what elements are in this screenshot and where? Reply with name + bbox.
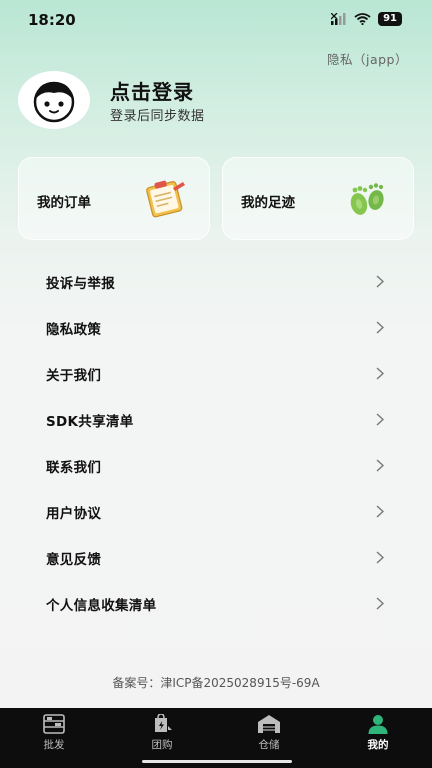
menu-item-label: 联系我们 [46, 460, 102, 476]
menu-item-about-us[interactable]: 关于我们 [0, 351, 432, 397]
tab-wholesale[interactable]: 批发 [24, 714, 84, 752]
chevron-right-icon [376, 275, 384, 288]
chevron-right-icon [376, 413, 384, 426]
menu-item-privacy-policy[interactable]: 隐私政策 [0, 305, 432, 351]
menu-item-label: 个人信息收集清单 [46, 598, 157, 614]
card-label: 我的订单 [37, 195, 91, 211]
login-subtitle: 登录后同步数据 [110, 109, 205, 124]
menu-item-label: 关于我们 [46, 368, 102, 384]
menu-item-sdk-list[interactable]: SDK共享清单 [0, 397, 432, 443]
footprints-icon [350, 183, 384, 215]
warehouse-shelf-icon [43, 714, 65, 734]
status-bar: 18:20 91 [0, 0, 432, 40]
user-icon [368, 715, 388, 734]
menu-item-personal-info-list[interactable]: 个人信息收集清单 [0, 581, 432, 627]
battery-badge: 91 [378, 12, 402, 26]
menu-item-complaint[interactable]: 投诉与举报 [0, 259, 432, 305]
menu-item-user-agreement[interactable]: 用户协议 [0, 489, 432, 535]
card-label: 我的足迹 [241, 195, 295, 211]
chevron-right-icon [376, 505, 384, 518]
menu-item-label: 意见反馈 [46, 552, 102, 568]
signal-icon [331, 13, 346, 25]
avatar[interactable] [18, 71, 90, 129]
bag-icon [155, 714, 172, 732]
menu-item-label: SDK共享清单 [46, 414, 134, 430]
menu-item-label: 投诉与举报 [46, 276, 115, 292]
chevron-right-icon [376, 551, 384, 564]
tab-label: 我的 [367, 739, 389, 751]
tab-storage[interactable]: 仓储 [239, 714, 299, 752]
tab-label: 仓储 [258, 739, 280, 751]
tab-group-buy[interactable]: 团购 [132, 714, 192, 752]
status-time: 18:20 [28, 11, 76, 29]
menu-item-label: 隐私政策 [46, 322, 102, 338]
menu-item-feedback[interactable]: 意见反馈 [0, 535, 432, 581]
storage-icon [258, 715, 280, 733]
icp-record[interactable]: 备案号：津ICP备2025028915号-69A [0, 674, 432, 691]
my-footprints-card[interactable]: 我的足迹 [222, 157, 414, 240]
clipboard-icon [146, 180, 185, 218]
wifi-icon [354, 13, 371, 25]
tab-mine[interactable]: 我的 [348, 714, 408, 752]
tab-label: 团购 [151, 739, 173, 751]
bottom-tab-bar: 批发 团购 仓储 我的 [0, 708, 432, 768]
chevron-right-icon [376, 459, 384, 472]
status-icons: 91 [331, 12, 402, 26]
login-title[interactable]: 点击登录 [110, 76, 194, 105]
my-orders-card[interactable]: 我的订单 [18, 157, 210, 240]
chevron-right-icon [376, 367, 384, 380]
boy-face-icon [33, 81, 75, 123]
privacy-link[interactable]: 隐私（japp） [327, 49, 408, 68]
tab-label: 批发 [43, 739, 65, 751]
chevron-right-icon [376, 597, 384, 610]
menu-item-label: 用户协议 [46, 506, 102, 522]
menu-item-contact-us[interactable]: 联系我们 [0, 443, 432, 489]
chevron-right-icon [376, 321, 384, 334]
settings-menu: 投诉与举报 隐私政策 关于我们 SDK共享清单 联系我们 用户协议 意见反馈 个… [0, 259, 432, 627]
home-indicator [142, 760, 292, 763]
